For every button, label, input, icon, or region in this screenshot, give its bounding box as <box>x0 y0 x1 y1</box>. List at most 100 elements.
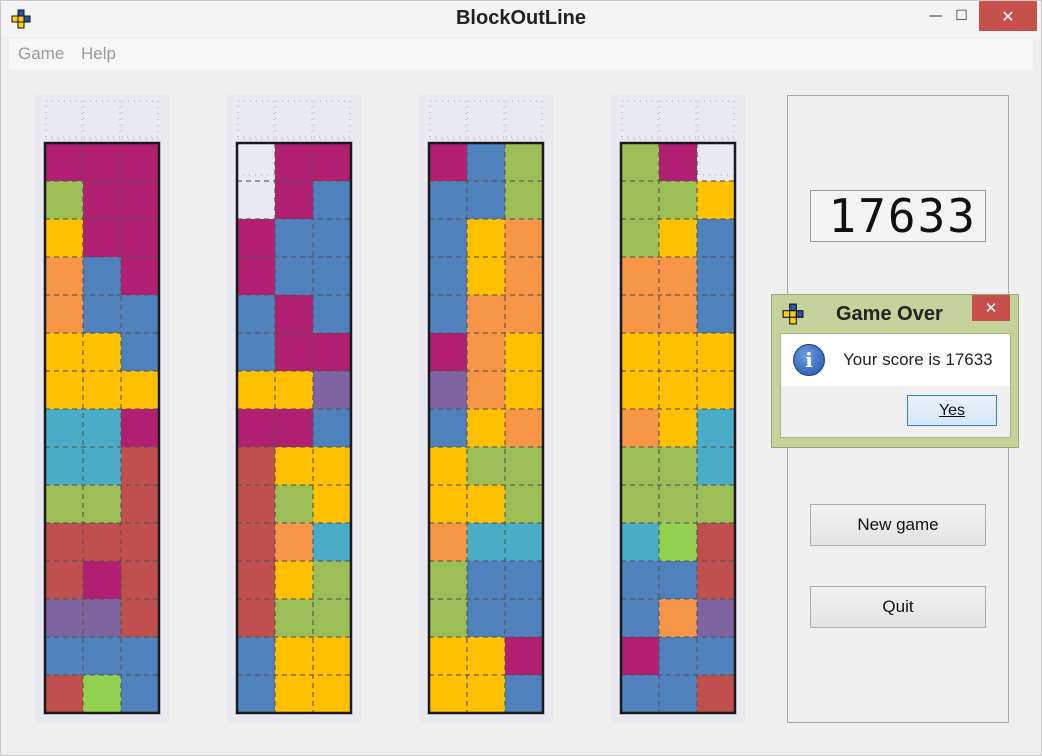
game-over-dialog: Game Over ✕ i Your score is 17633 Yes <box>771 294 1019 448</box>
empty-cell-dots <box>237 100 275 138</box>
block-cell <box>429 447 467 485</box>
block-cell <box>83 485 121 523</box>
block-cell <box>121 333 159 371</box>
block-cell <box>621 143 659 181</box>
block-cell <box>45 219 83 257</box>
block-cell <box>697 599 735 637</box>
block-cell <box>505 333 543 371</box>
block-cell <box>467 561 505 599</box>
block-cell <box>237 333 275 371</box>
block-cell <box>313 637 351 675</box>
block-cell <box>621 599 659 637</box>
block-cell <box>697 561 735 599</box>
score-display: 17633 <box>810 189 986 243</box>
block-cell <box>121 409 159 447</box>
empty-cell-dots <box>429 100 467 138</box>
block-cell <box>505 637 543 675</box>
block-cell <box>505 219 543 257</box>
block-cell <box>45 485 83 523</box>
block-cell <box>505 143 543 181</box>
block-cell <box>697 485 735 523</box>
block-cell <box>83 143 121 181</box>
block-cell <box>505 599 543 637</box>
block-cell <box>45 181 83 219</box>
block-cell <box>237 409 275 447</box>
block-cell <box>313 485 351 523</box>
block-cell <box>429 523 467 561</box>
block-cell <box>659 295 697 333</box>
block-cell <box>45 599 83 637</box>
yes-button[interactable]: Yes <box>907 395 997 426</box>
block-cell <box>275 257 313 295</box>
block-cell <box>121 447 159 485</box>
block-cell <box>313 371 351 409</box>
app-window: BlockOutLine — ☐ ✕ Game Help 17633 New g… <box>0 0 1042 756</box>
block-cell <box>467 637 505 675</box>
block-cell <box>313 409 351 447</box>
board-column-3 <box>427 141 545 715</box>
block-cell <box>621 257 659 295</box>
board-column-1 <box>43 141 161 715</box>
block-cell <box>467 523 505 561</box>
block-cell <box>121 295 159 333</box>
block-cell <box>237 219 275 257</box>
block-cell <box>83 561 121 599</box>
quit-button[interactable]: Quit <box>810 586 986 628</box>
block-cell <box>275 561 313 599</box>
empty-cell-dots <box>237 138 275 176</box>
block-cell <box>505 561 543 599</box>
empty-cell-dots <box>275 100 313 138</box>
block-cell <box>505 485 543 523</box>
block-cell <box>429 143 467 181</box>
dialog-message-area: i Your score is 17633 <box>781 334 1010 386</box>
block-cell <box>429 485 467 523</box>
block-cell <box>429 333 467 371</box>
block-cell <box>621 675 659 713</box>
block-cell <box>467 447 505 485</box>
block-cell <box>467 599 505 637</box>
block-cell <box>697 257 735 295</box>
empty-cell-dots <box>313 100 351 138</box>
block-cell <box>697 333 735 371</box>
block-cell <box>121 561 159 599</box>
block-cell <box>275 409 313 447</box>
block-cell <box>659 257 697 295</box>
block-cell <box>83 219 121 257</box>
block-cell <box>313 219 351 257</box>
block-cell <box>659 561 697 599</box>
block-cell <box>467 257 505 295</box>
block-cell <box>697 181 735 219</box>
block-cell <box>237 371 275 409</box>
block-cell <box>275 219 313 257</box>
block-cell <box>121 219 159 257</box>
block-cell <box>313 675 351 713</box>
block-cell <box>45 295 83 333</box>
block-cell <box>237 675 275 713</box>
block-cell <box>621 523 659 561</box>
block-cell <box>467 295 505 333</box>
block-cell <box>313 181 351 219</box>
block-cell <box>621 295 659 333</box>
block-cell <box>697 409 735 447</box>
new-game-button[interactable]: New game <box>810 504 986 546</box>
empty-cell-dots <box>121 100 159 138</box>
block-cell <box>467 371 505 409</box>
block-cell <box>83 637 121 675</box>
block-cell <box>275 181 313 219</box>
dialog-close-button[interactable]: ✕ <box>972 295 1010 321</box>
block-cell <box>429 637 467 675</box>
block-cell <box>275 333 313 371</box>
block-cell <box>621 637 659 675</box>
block-cell <box>659 333 697 371</box>
block-cell <box>45 523 83 561</box>
empty-cell-dots <box>659 100 697 138</box>
block-cell <box>275 523 313 561</box>
block-cell <box>505 371 543 409</box>
dialog-body: i Your score is 17633 Yes <box>780 333 1011 438</box>
block-cell <box>621 447 659 485</box>
block-cell <box>83 523 121 561</box>
block-cell <box>429 371 467 409</box>
block-cell <box>659 447 697 485</box>
info-icon: i <box>793 344 825 376</box>
block-cell <box>83 333 121 371</box>
